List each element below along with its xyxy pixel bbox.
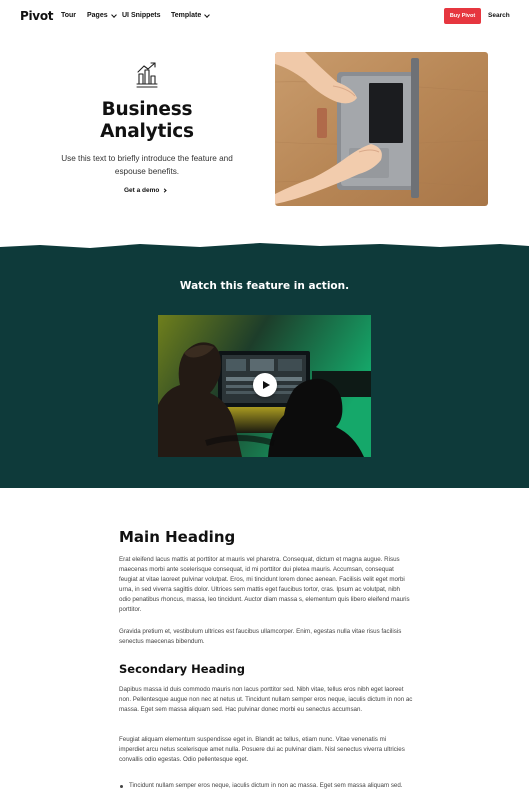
body-paragraph: Feugiat aliquam elementum suspendisse eg… bbox=[119, 736, 405, 764]
nav-item-ui-snippets[interactable]: UI Snippets bbox=[122, 12, 161, 19]
nav-item-label: Tour bbox=[61, 12, 77, 19]
hero-title-line: Analytics bbox=[100, 121, 194, 142]
nav-item-tour[interactable]: Tour bbox=[61, 12, 76, 19]
secondary-heading: Secondary Heading bbox=[119, 662, 245, 676]
nav-item-pages[interactable]: Pages bbox=[87, 11, 117, 19]
body-paragraph: Erat eleifend lacus mattis at porttitor … bbox=[119, 556, 410, 614]
top-navbar: Pivot Tour Pages UI Snippets Template Bu… bbox=[0, 0, 529, 33]
analytics-chart-icon bbox=[135, 62, 159, 88]
chevron-down-icon bbox=[110, 11, 117, 18]
get-demo-link[interactable]: Get a demo bbox=[124, 187, 168, 194]
chevron-down-icon bbox=[204, 11, 211, 18]
get-demo-label: Get a demo bbox=[124, 187, 160, 194]
nav-item-template[interactable]: Template bbox=[171, 11, 211, 19]
buy-pivot-button[interactable]: Buy Pivot bbox=[444, 8, 481, 24]
feature-section-title: Watch this feature in action. bbox=[179, 280, 350, 292]
nav-item-label: UI Snippets bbox=[122, 12, 161, 19]
body-paragraph: Gravida pretium et, vestibulum ultrices … bbox=[119, 628, 402, 646]
pivot-logo[interactable]: Pivot bbox=[20, 9, 54, 23]
nav-item-label: Pages bbox=[87, 12, 108, 19]
bullet-list: Tincidunt nullam semper eros neque, iacu… bbox=[119, 781, 413, 791]
main-heading: Main Heading bbox=[119, 528, 236, 546]
chevron-right-icon bbox=[162, 188, 168, 193]
hero-description: Use this text to briefly introduce the f… bbox=[61, 154, 233, 176]
play-icon bbox=[262, 381, 270, 389]
hero-title-line: Business bbox=[101, 99, 193, 120]
hero-laptop-photo bbox=[275, 52, 488, 206]
search-link[interactable]: Search bbox=[488, 12, 510, 19]
nav-item-label: Template bbox=[171, 12, 202, 19]
play-video-button[interactable] bbox=[253, 373, 277, 397]
list-item: Tincidunt nullam semper eros neque, iacu… bbox=[119, 781, 413, 791]
hero-title: Business Analytics bbox=[40, 99, 254, 143]
body-paragraph: Dapibus massa id duis commodo mauris non… bbox=[119, 686, 413, 714]
